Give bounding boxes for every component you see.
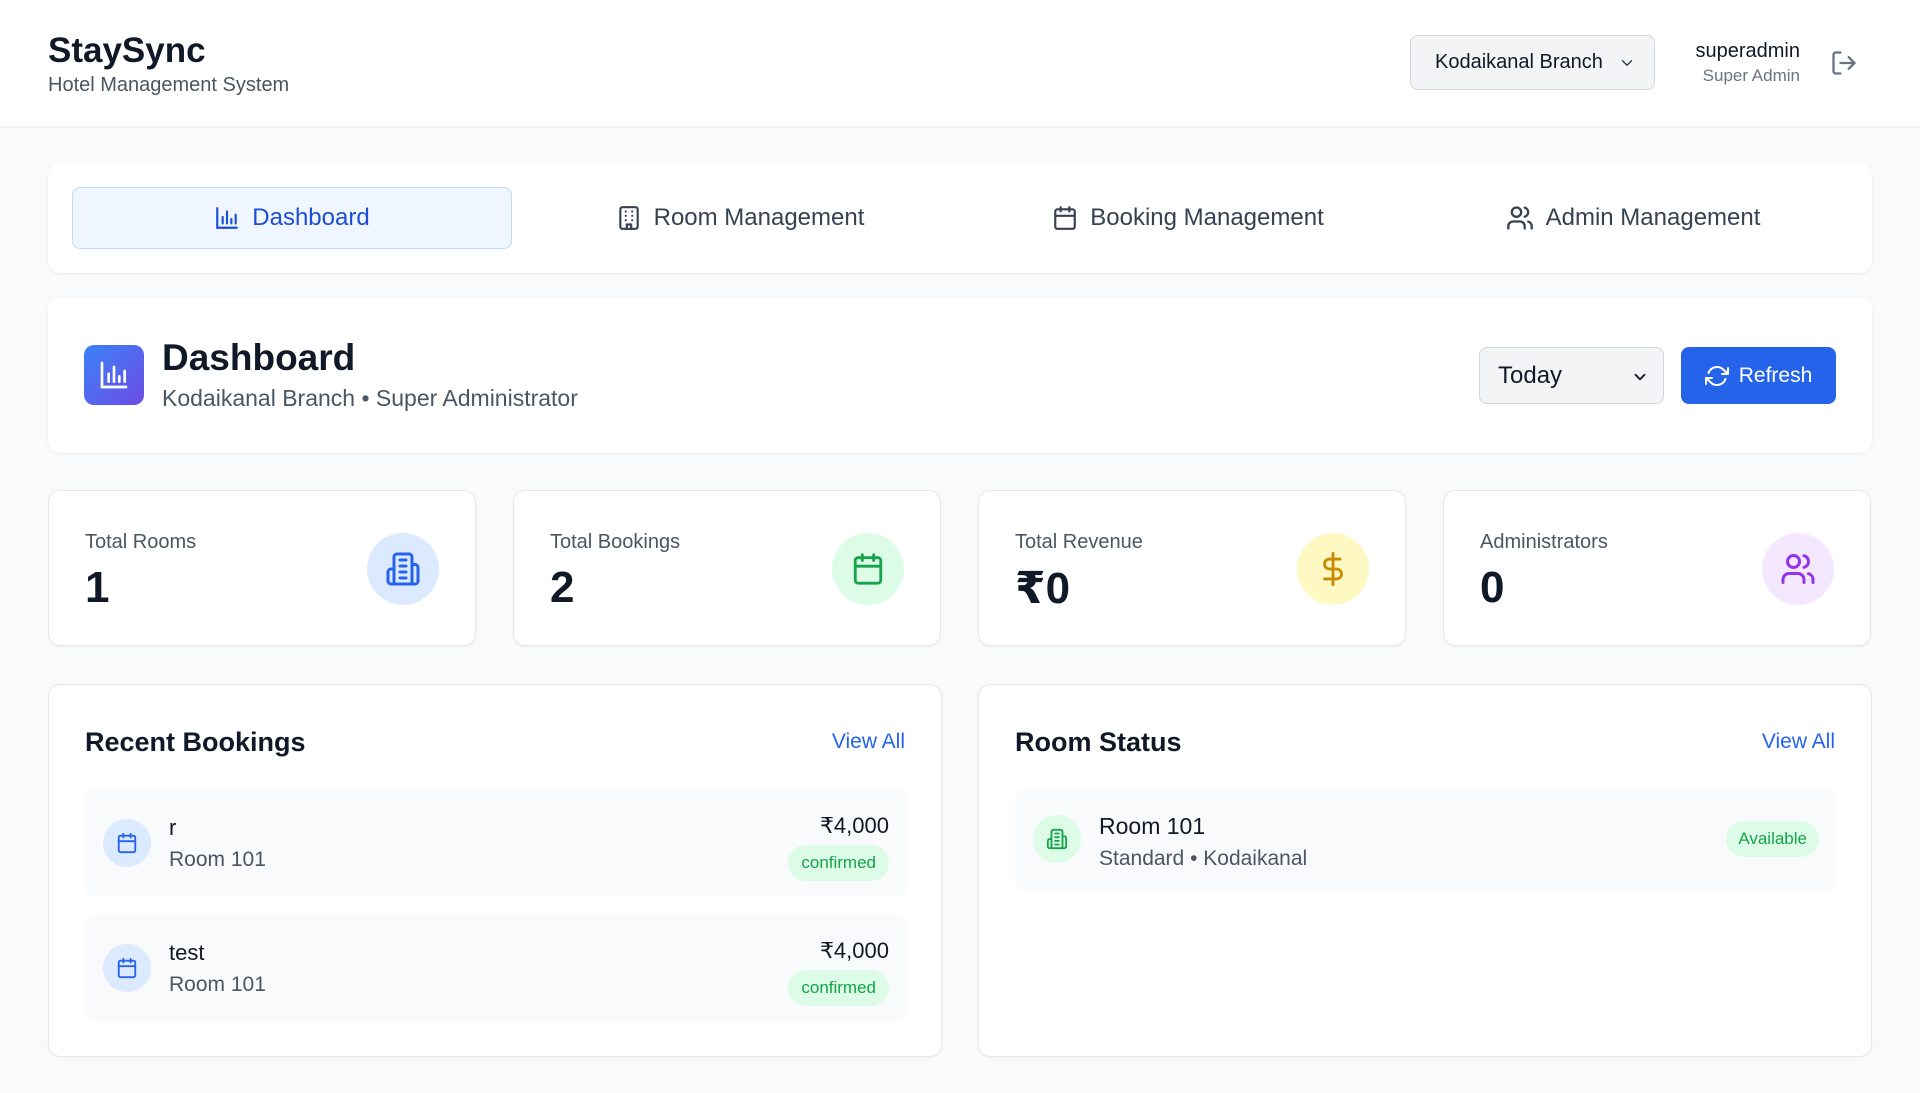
booking-guest-name: r bbox=[169, 815, 177, 840]
branch-select-value: Kodaikanal Branch bbox=[1435, 51, 1603, 73]
dashboard-header: Dashboard Kodaikanal Branch • Super Admi… bbox=[48, 297, 1872, 453]
tab-label: Room Management bbox=[653, 204, 865, 231]
calendar-icon bbox=[103, 819, 151, 867]
stat-value: 1 bbox=[85, 563, 110, 612]
stat-card-total-revenue: Total Revenue ₹0 bbox=[978, 490, 1406, 646]
building-icon bbox=[616, 205, 642, 231]
branch-select[interactable]: Kodaikanal Branch bbox=[1410, 35, 1655, 90]
tab-label: Dashboard bbox=[252, 204, 370, 231]
view-all-rooms-link[interactable]: View All bbox=[1762, 730, 1835, 754]
booking-amount: ₹4,000 bbox=[819, 938, 889, 963]
refresh-label: Refresh bbox=[1738, 363, 1813, 387]
tab-admin-management[interactable]: Admin Management bbox=[1413, 187, 1853, 249]
booking-guest-name: test bbox=[169, 940, 205, 965]
dollar-icon bbox=[1297, 533, 1369, 605]
building-icon bbox=[367, 533, 439, 605]
panel-title: Recent Bookings bbox=[85, 727, 306, 757]
stat-label: Administrators bbox=[1480, 531, 1608, 553]
period-select[interactable]: Today bbox=[1479, 347, 1664, 404]
tab-dashboard[interactable]: Dashboard bbox=[72, 187, 512, 249]
view-all-bookings-link[interactable]: View All bbox=[832, 730, 905, 754]
chevron-down-icon bbox=[1618, 54, 1636, 72]
booking-item[interactable]: r Room 101 ₹4,000 confirmed bbox=[85, 789, 907, 897]
stat-label: Total Bookings bbox=[550, 531, 681, 553]
stat-value: ₹0 bbox=[1015, 564, 1071, 613]
tab-label: Booking Management bbox=[1090, 204, 1324, 231]
stat-label: Total Rooms bbox=[85, 531, 197, 553]
users-icon bbox=[1762, 533, 1834, 605]
stat-card-administrators: Administrators 0 bbox=[1443, 490, 1871, 646]
booking-amount: ₹4,000 bbox=[819, 813, 889, 838]
app-name: StaySync bbox=[48, 31, 206, 70]
app-subtitle: Hotel Management System bbox=[48, 74, 290, 96]
main-nav: Dashboard Room Management Booking Manage… bbox=[48, 163, 1872, 273]
booking-item[interactable]: test Room 101 ₹4,000 confirmed bbox=[85, 914, 907, 1022]
bar-chart-icon bbox=[214, 205, 240, 231]
room-name: Room 101 bbox=[1099, 813, 1206, 839]
stat-card-total-bookings: Total Bookings 2 bbox=[513, 490, 941, 646]
building-icon bbox=[1033, 815, 1081, 863]
room-item[interactable]: Room 101 Standard • Kodaikanal Available bbox=[1015, 789, 1837, 891]
chevron-down-icon bbox=[1631, 368, 1649, 386]
period-select-value: Today bbox=[1498, 361, 1563, 389]
brand: StaySync Hotel Management System bbox=[48, 30, 289, 97]
page-subtitle: Kodaikanal Branch • Super Administrator bbox=[162, 385, 578, 411]
booking-room: Room 101 bbox=[169, 848, 266, 871]
bar-chart-icon bbox=[84, 345, 144, 405]
logout-icon[interactable] bbox=[1830, 49, 1858, 77]
refresh-icon bbox=[1704, 364, 1729, 388]
user-info: superadmin Super Admin bbox=[1695, 38, 1800, 88]
recent-bookings-panel: Recent Bookings View All r Room 101 ₹4,0… bbox=[48, 684, 942, 1057]
users-icon bbox=[1506, 204, 1534, 232]
panel-title: Room Status bbox=[1015, 727, 1182, 757]
calendar-icon bbox=[832, 533, 904, 605]
user-name: superadmin bbox=[1695, 40, 1800, 62]
stat-value: 2 bbox=[550, 563, 575, 612]
refresh-button[interactable]: Refresh bbox=[1681, 347, 1836, 404]
booking-room: Room 101 bbox=[169, 973, 266, 996]
calendar-icon bbox=[103, 944, 151, 992]
app-header: StaySync Hotel Management System Kodaika… bbox=[0, 0, 1920, 126]
user-role: Super Admin bbox=[1702, 66, 1800, 85]
tab-room-management[interactable]: Room Management bbox=[520, 187, 960, 249]
stat-card-total-rooms: Total Rooms 1 bbox=[48, 490, 476, 646]
stat-value: 0 bbox=[1480, 563, 1505, 612]
tab-label: Admin Management bbox=[1545, 204, 1761, 231]
status-badge: confirmed bbox=[788, 970, 889, 1006]
status-badge: Available bbox=[1726, 821, 1819, 857]
room-details: Standard • Kodaikanal bbox=[1099, 847, 1308, 870]
page-title: Dashboard bbox=[162, 337, 356, 378]
status-badge: confirmed bbox=[788, 845, 889, 881]
tab-booking-management[interactable]: Booking Management bbox=[968, 187, 1408, 249]
calendar-icon bbox=[1052, 205, 1078, 231]
room-status-panel: Room Status View All Room 101 Standard •… bbox=[978, 684, 1872, 1057]
stat-label: Total Revenue bbox=[1015, 531, 1143, 553]
